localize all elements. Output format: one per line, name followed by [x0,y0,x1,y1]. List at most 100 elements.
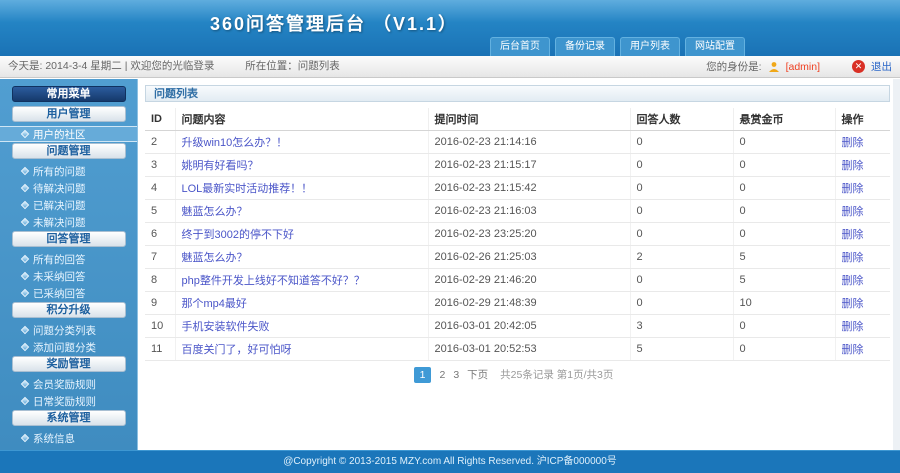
delete-link[interactable]: 删除 [842,298,864,310]
sidebar-item[interactable]: 日常奖励规则 [0,393,137,409]
nav-tab[interactable]: 用户列表 [620,37,680,56]
sidebar-item[interactable]: 所有的问题 [0,163,137,179]
sidebar-item[interactable]: 用户的社区 [0,126,137,142]
row-answer-count: 0 [630,222,733,245]
delete-link[interactable]: 删除 [842,160,864,172]
row-action-cell: 删除 [835,222,890,245]
sidebar-item[interactable]: 问题分类列表 [0,322,137,338]
delete-link[interactable]: 删除 [842,275,864,287]
sidebar-section-button[interactable]: 奖励管理 [12,356,126,372]
footer: @Copyright © 2013-2015 MZY.com All Right… [0,450,900,473]
delete-link[interactable]: 删除 [842,206,864,218]
sidebar-section-button[interactable]: 系统管理 [12,410,126,426]
delete-link[interactable]: 删除 [842,321,864,333]
row-id: 2 [145,130,175,153]
logout-icon[interactable]: ✕ [852,60,865,73]
logout-link[interactable]: 退出 [871,59,892,74]
delete-link[interactable]: 删除 [842,252,864,264]
delete-link[interactable]: 删除 [842,137,864,149]
row-answer-count: 0 [630,268,733,291]
row-content-cell: LOL最新实时活动推荐！！ [175,176,428,199]
question-link[interactable]: 魅蓝怎么办？ [182,206,248,218]
sidebar-section-button[interactable]: 积分升级 [12,302,126,318]
table-body: 2升级win10怎么办？！2016-02-23 21:14:1600删除3姚明有… [145,130,890,360]
question-link[interactable]: 升级win10怎么办？！ [182,137,288,149]
sidebar-item-label: 日常奖励规则 [33,394,96,409]
next-page-link[interactable]: 下页 [467,367,488,382]
sidebar-item-label: 问题分类列表 [33,323,96,338]
row-action-cell: 删除 [835,245,890,268]
question-link[interactable]: 姚明有好看吗？ [182,160,259,172]
page-number[interactable]: 3 [453,369,459,381]
row-action-cell: 删除 [835,153,890,176]
sidebar-item[interactable]: 已解决问题 [0,197,137,213]
pagination: 123下页共25条记录 第1页/共3页 [139,367,884,383]
row-content-cell: 百度关门了，好可怕呀 [175,337,428,360]
nav-tab[interactable]: 网站配置 [685,37,745,56]
row-content-cell: 升级win10怎么办？！ [175,130,428,153]
sidebar-item-label: 系统信息 [33,431,75,446]
row-coins: 0 [733,337,835,360]
row-content-cell: 那个mp4最好 [175,291,428,314]
table-row: 4LOL最新实时活动推荐！！2016-02-23 21:15:4200删除 [145,176,890,199]
nav-tab[interactable]: 备份记录 [555,37,615,56]
sidebar-section-button[interactable]: 用户管理 [12,106,126,122]
bullet-icon [21,184,29,192]
pagination-pages: 123 [410,369,464,381]
row-time: 2016-02-23 23:25:20 [428,222,630,245]
sidebar-item[interactable]: 会员奖励规则 [0,376,137,392]
row-content-cell: 手机安装软件失败 [175,314,428,337]
sidebar-item[interactable]: 待解决问题 [0,180,137,196]
sidebar-item[interactable]: 所有的回答 [0,251,137,267]
row-coins: 0 [733,222,835,245]
sidebar-item[interactable]: 已采纳回答 [0,285,137,301]
delete-link[interactable]: 删除 [842,229,864,241]
sidebar-section-button[interactable]: 回答管理 [12,231,126,247]
question-link[interactable]: 魅蓝怎么办？ [182,252,248,264]
user-icon [768,61,780,73]
sidebar-item[interactable]: 未解决问题 [0,214,137,230]
nav-tab[interactable]: 后台首页 [490,37,550,56]
row-id: 5 [145,199,175,222]
breadcrumb: 所在位置：问题列表 [245,60,340,72]
table-row: 6终于到3002的停不下好2016-02-23 23:25:2000删除 [145,222,890,245]
delete-link[interactable]: 删除 [842,183,864,195]
row-coins: 0 [733,314,835,337]
row-answer-count: 0 [630,153,733,176]
row-action-cell: 删除 [835,291,890,314]
sidebar-item[interactable]: 添加问题分类 [0,339,137,355]
bullet-icon [21,326,29,334]
question-link[interactable]: 那个mp4最好 [182,298,247,310]
bullet-icon [21,343,29,351]
scrollbar-track[interactable] [893,79,900,450]
username[interactable]: [admin] [786,61,820,73]
row-action-cell: 删除 [835,337,890,360]
row-answer-count: 0 [630,130,733,153]
info-bar: 今天是: 2014-3-4 星期二 | 欢迎您的光临登录 所在位置：问题列表 您… [0,56,900,78]
sidebar-item[interactable]: 未采纳回答 [0,268,137,284]
row-time: 2016-02-23 21:14:16 [428,130,630,153]
question-link[interactable]: 百度关门了，好可怕呀 [182,344,292,356]
sidebar-section-button[interactable]: 问题管理 [12,143,126,159]
bullet-icon [21,255,29,263]
bullet-icon [21,380,29,388]
sidebar-section-button[interactable]: 常用菜单 [12,86,126,102]
question-link[interactable]: 手机安装软件失败 [182,321,270,333]
bullet-icon [21,434,29,442]
question-link[interactable]: php整件开发上线好不知道答不好？？ [182,275,365,287]
table-row: 3姚明有好看吗？2016-02-23 21:15:1700删除 [145,153,890,176]
row-id: 10 [145,314,175,337]
question-link[interactable]: LOL最新实时活动推荐！！ [182,183,313,195]
question-link[interactable]: 终于到3002的停不下好 [182,229,294,241]
row-answer-count: 0 [630,199,733,222]
sidebar-item[interactable]: 系统信息 [0,430,137,446]
bullet-icon [21,167,29,175]
sidebar-item-label: 已解决问题 [33,198,86,213]
info-bar-right: 您的身份是: [admin] ✕ 退出 [706,56,892,77]
row-answer-count: 5 [630,337,733,360]
page-number[interactable]: 2 [439,369,445,381]
page-number[interactable]: 1 [414,367,432,383]
bullet-icon [21,218,29,226]
row-coins: 0 [733,176,835,199]
delete-link[interactable]: 删除 [842,344,864,356]
